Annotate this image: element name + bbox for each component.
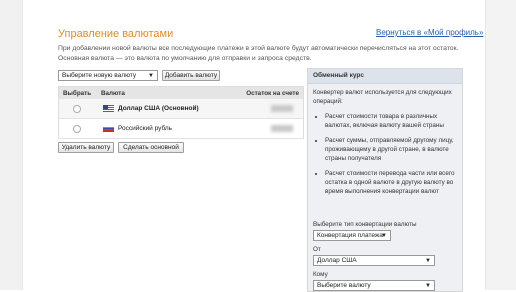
chevron-down-icon: ▼ (425, 283, 431, 289)
balance-value-redacted (271, 105, 293, 112)
from-label: От (313, 246, 321, 253)
chevron-down-icon: ▼ (148, 73, 154, 79)
to-currency-select[interactable]: Выберите валюту ▼ (313, 280, 435, 291)
add-currency-button[interactable]: Добавить валюту (162, 70, 220, 81)
to-currency-value: Выберите валюту (317, 282, 371, 289)
exchange-bullets: Расчет стоимости товара в различных валю… (313, 112, 457, 196)
right-scroll-area (485, 0, 516, 290)
conversion-type-value: Конвертация платежа (317, 232, 383, 239)
delete-currency-button[interactable]: Удалить валюту (58, 142, 114, 153)
balance-value-redacted (271, 125, 293, 132)
header-currency: Валюта (101, 89, 125, 97)
table-header: Выбрать Валюта Остаток на счете (59, 87, 303, 99)
currency-name: Доллар США (Основной) (118, 105, 199, 112)
currency-radio[interactable] (73, 124, 81, 133)
from-currency-value: Доллар США (317, 257, 357, 264)
conversion-type-label: Выберите тип конвертации валюты (313, 221, 417, 228)
currency-table: Выбрать Валюта Остаток на счете Доллар С… (58, 86, 304, 139)
table-row: Доллар США (Основной) (59, 99, 303, 119)
list-item: Расчет суммы, отправляемой другому лицу,… (325, 136, 457, 163)
exchange-rate-panel: Обменный курс Конвертер валют использует… (307, 68, 463, 292)
info-text: При добавлении новой валюты все последую… (58, 45, 459, 62)
make-primary-button[interactable]: Сделать основной (118, 142, 184, 153)
page-title: Управление валютами (58, 28, 174, 40)
from-currency-select[interactable]: Доллар США ▼ (313, 255, 435, 266)
us-flag-icon (103, 105, 114, 112)
currency-name: Российский рубль (118, 125, 173, 132)
left-gutter (0, 0, 23, 290)
list-item: Расчет стоимости товара в различных валю… (325, 112, 457, 130)
back-to-profile-link[interactable]: Вернуться в «Мой профиль» (376, 28, 483, 37)
currency-radio[interactable] (73, 104, 81, 113)
to-label: Кому (313, 271, 328, 278)
header-balance: Остаток на счете (246, 89, 299, 97)
chevron-down-icon: ▼ (381, 233, 387, 239)
exchange-panel-title: Обменный курс (308, 69, 462, 84)
new-currency-select[interactable]: Выберите новую валюту ▼ (58, 70, 158, 81)
conversion-type-select[interactable]: Конвертация платежа ▼ (313, 230, 391, 241)
chevron-down-icon: ▼ (425, 258, 431, 264)
header-select: Выбрать (63, 89, 92, 97)
table-row: Российский рубль (59, 119, 303, 139)
list-item: Расчет стоимости перевода части или всег… (325, 169, 457, 196)
ru-flag-icon (103, 125, 114, 132)
exchange-intro: Конвертер валют используется для следующ… (313, 89, 452, 105)
new-currency-select-value: Выберите новую валюту (62, 72, 137, 79)
